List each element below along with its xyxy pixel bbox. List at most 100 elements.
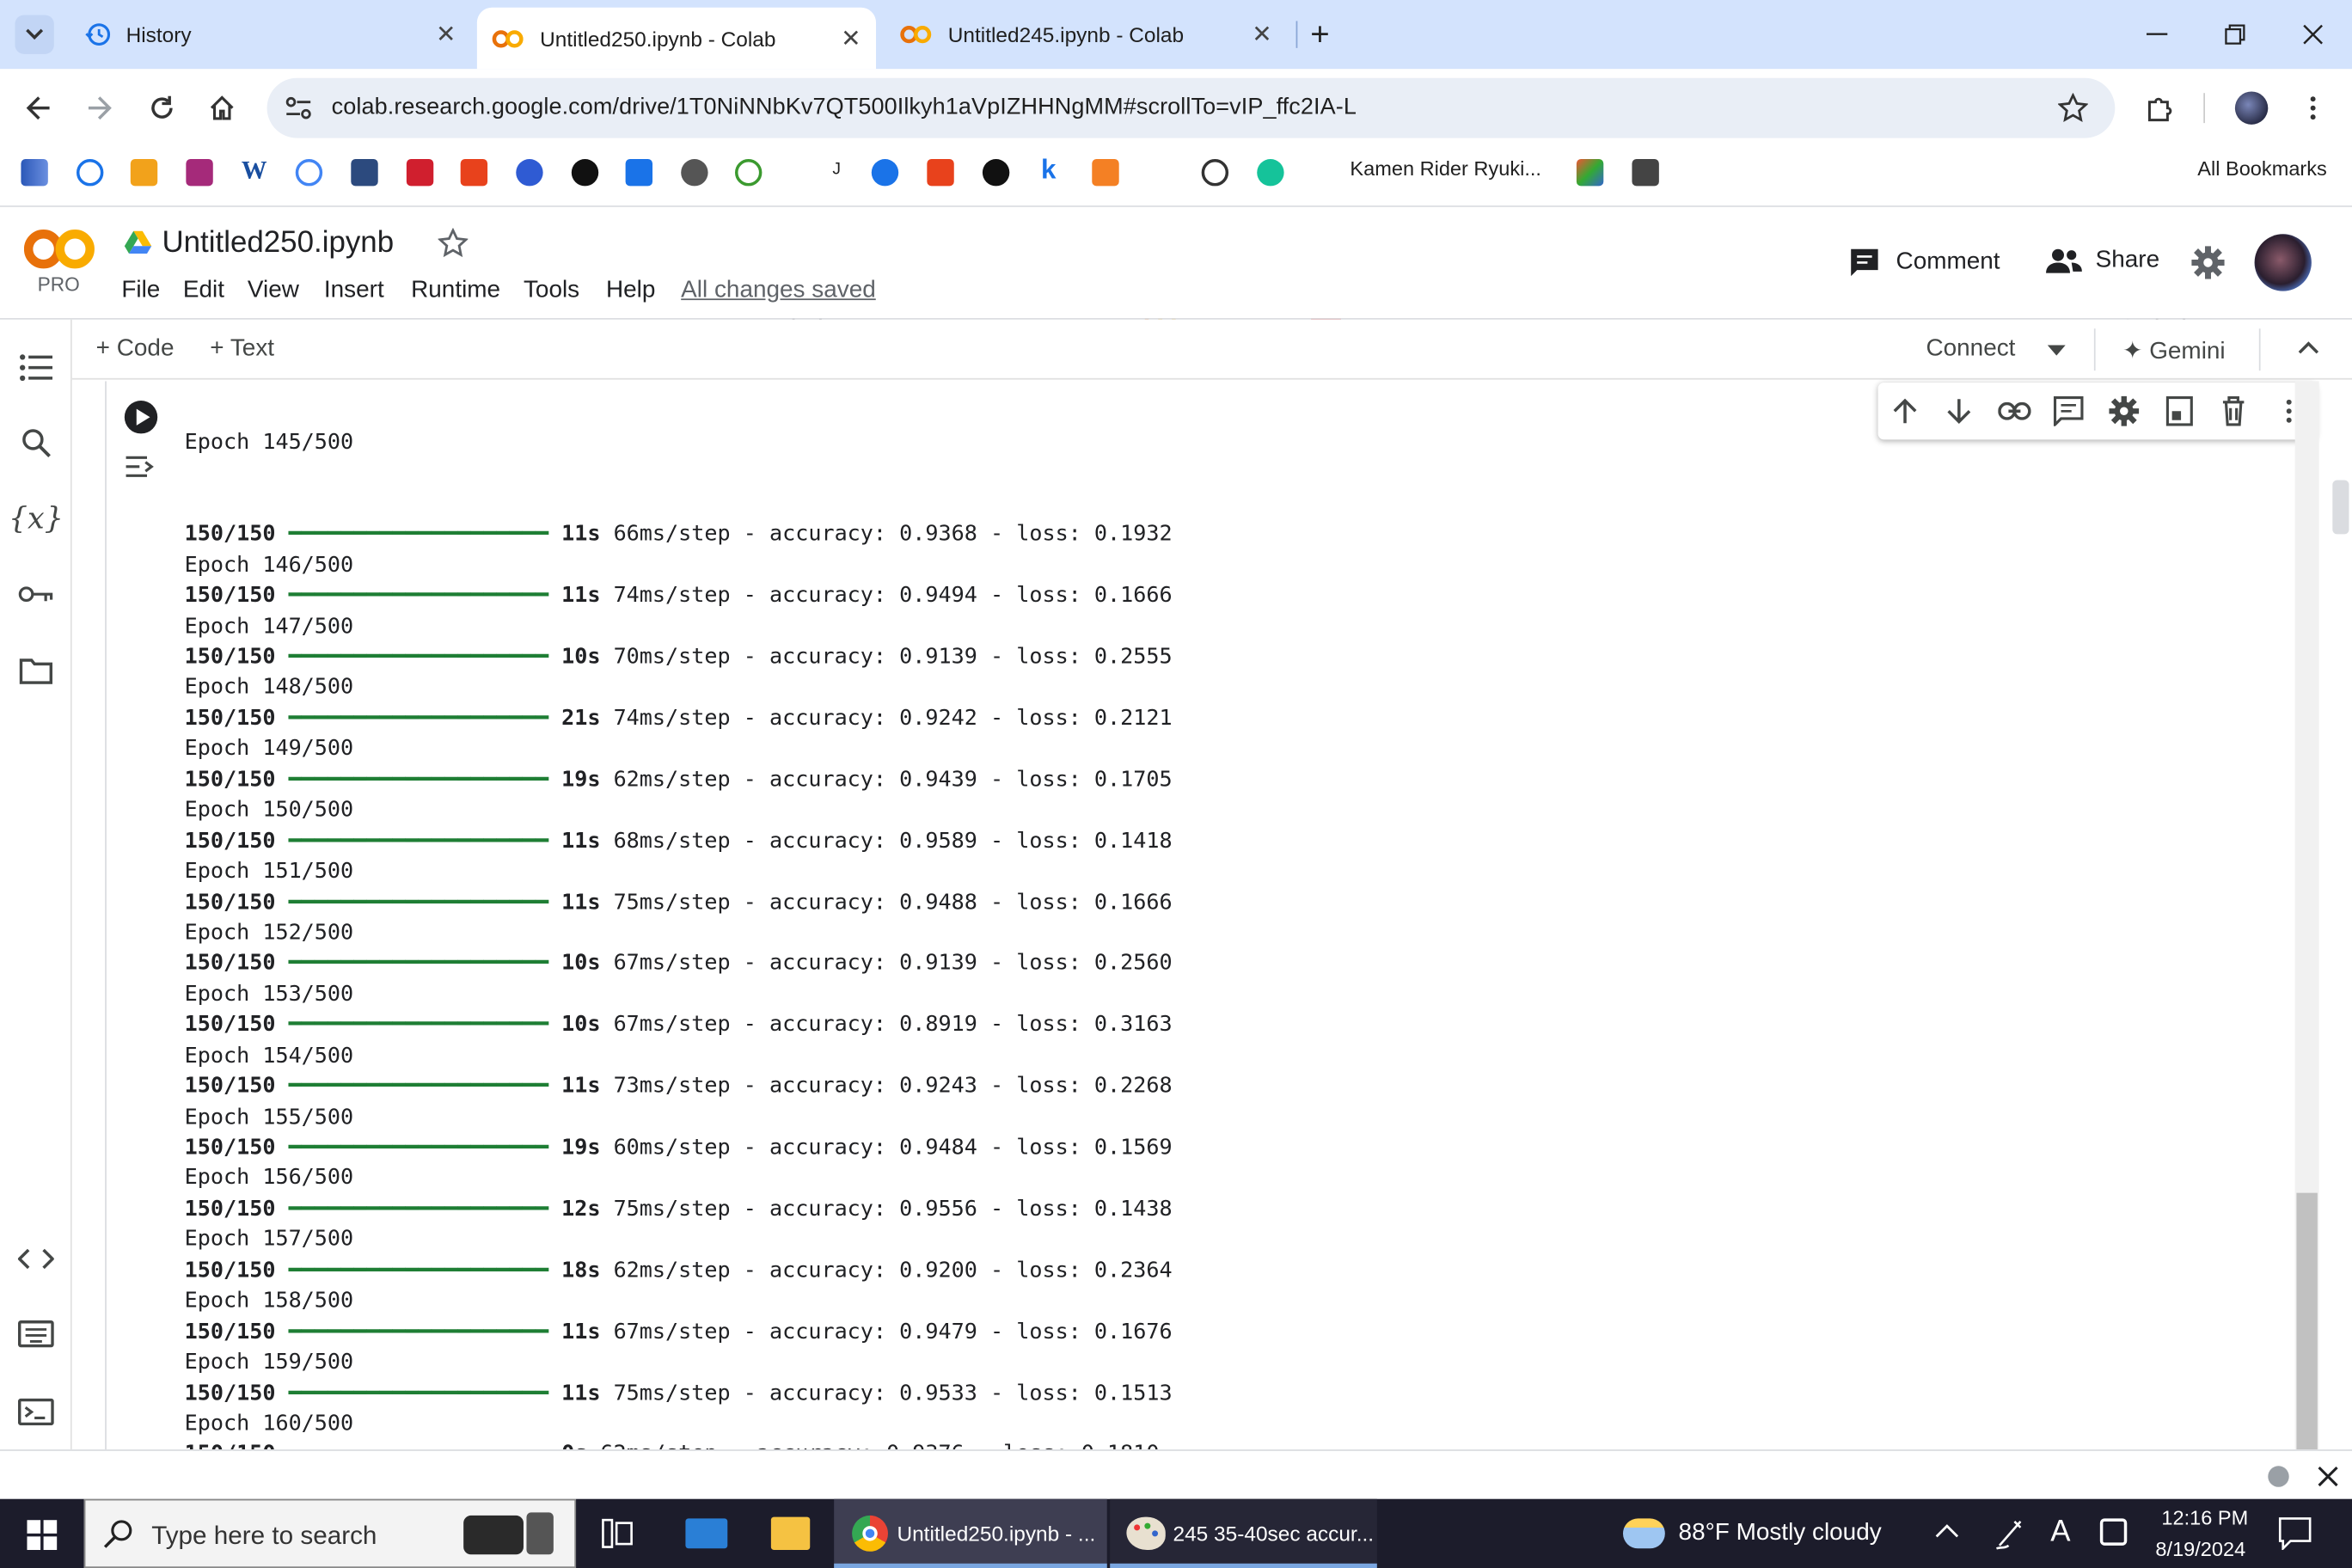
bookmark-icon[interactable]: k [1041,155,1056,187]
bookmark-icon[interactable] [1632,159,1659,187]
cell-settings-button[interactable] [2108,395,2141,427]
menu-edit[interactable]: Edit [183,278,224,304]
table-of-contents-button[interactable] [18,350,54,386]
output-scrollbar-thumb[interactable] [2296,1192,2318,1450]
bookmark-icon[interactable] [351,159,378,187]
github-icon[interactable] [571,159,599,187]
globe-icon[interactable] [681,159,708,187]
file-explorer-icon[interactable] [770,1516,811,1551]
clock-date[interactable]: 8/19/2024 [2155,1538,2245,1560]
bookmark-icon[interactable] [1576,159,1604,187]
code-snippets-button[interactable] [17,1240,54,1277]
bookmark-icon[interactable] [76,159,104,187]
bookmark-folder-label[interactable]: J [832,161,841,179]
chrome-menu-button[interactable] [2295,90,2331,126]
bookmark-icon[interactable] [186,159,213,187]
tab-search-button[interactable] [15,15,54,54]
taskbar-search-box[interactable]: Type here to search [83,1498,577,1568]
site-info-icon[interactable] [285,96,312,120]
run-cell-play-icon[interactable] [123,399,159,435]
save-status[interactable]: All changes saved [681,278,876,304]
close-window-button[interactable] [2292,15,2334,53]
secrets-button[interactable] [18,576,54,612]
app-tray-icon[interactable] [2099,1518,2128,1546]
command-palette-button[interactable] [17,1316,54,1352]
bookmark-icon[interactable]: W [242,156,267,187]
home-button[interactable] [204,90,240,126]
tab-history[interactable]: History ✕ [69,9,471,59]
all-bookmarks-label[interactable]: All Bookmarks [2197,157,2327,180]
close-icon[interactable] [2318,1466,2338,1487]
bookmark-icon[interactable] [927,159,954,187]
settings-gear-icon[interactable] [2191,246,2225,279]
google-drive-icon[interactable] [123,230,153,256]
extensions-button[interactable] [2142,90,2178,126]
grammarly-icon[interactable] [1257,159,1284,187]
bookmark-icon[interactable] [1092,159,1119,187]
files-button[interactable] [18,652,54,689]
bookmark-icon[interactable] [406,159,434,187]
terminal-button[interactable] [17,1394,54,1430]
clock-time[interactable]: 12:16 PM [2161,1506,2248,1528]
bookmark-icon[interactable] [21,159,48,187]
bookmark-icon[interactable] [295,159,323,187]
chevron-up-icon[interactable] [1935,1523,1959,1538]
minimize-button[interactable] [2136,15,2178,53]
notebook-title[interactable]: Untitled250.ipynb [162,227,394,261]
address-bar[interactable]: colab.research.google.com/drive/1T0NiNNb… [266,77,2116,138]
close-tab-icon[interactable]: ✕ [436,20,456,50]
copy-link-button[interactable] [1998,395,2031,427]
bookmark-icon[interactable] [516,159,543,187]
menu-help[interactable]: Help [606,278,655,304]
page-scrollbar-thumb[interactable] [2332,480,2349,535]
pen-icon[interactable] [1995,1517,2025,1550]
weather-text[interactable]: 88°F Mostly cloudy [1679,1520,1882,1547]
search-button[interactable] [18,425,54,461]
profile-avatar[interactable] [2234,91,2269,125]
variables-icon[interactable]: {x} [9,499,64,536]
weather-cloud-icon[interactable] [1622,1518,1665,1549]
bookmark-icon[interactable] [130,159,158,187]
bookmark-icon[interactable] [735,159,763,187]
add-text-button[interactable]: + Text [210,336,274,363]
notification-icon[interactable] [2278,1517,2312,1551]
dropdown-arrow-icon[interactable] [2047,345,2066,356]
bookmark-youtube-label[interactable]: Kamen Rider Ryuki... [1350,157,1541,180]
close-tab-icon[interactable]: ✕ [1252,20,1271,50]
page-scrollbar[interactable] [2328,381,2352,1450]
bookmark-icon[interactable] [460,159,488,187]
menu-runtime[interactable]: Runtime [411,278,500,304]
menu-view[interactable]: View [248,278,299,304]
restore-button[interactable] [2214,15,2256,53]
close-tab-icon[interactable]: ✕ [841,23,861,53]
bookmark-icon[interactable] [625,159,653,187]
comment-button[interactable]: Comment [1849,248,2000,278]
gemini-button[interactable]: ✦ Gemini [2122,336,2226,366]
task-view-icon[interactable] [602,1518,634,1548]
new-tab-button[interactable]: + [1299,15,1341,53]
share-button[interactable]: Share [2046,248,2159,274]
account-avatar[interactable] [2254,234,2312,291]
bookmark-star-icon[interactable] [2058,93,2088,123]
reload-button[interactable] [144,90,181,126]
tab-untitled250[interactable]: Untitled250.ipynb - Colab ✕ [476,7,877,70]
mail-icon[interactable] [685,1518,728,1549]
menu-insert[interactable]: Insert [324,278,384,304]
connect-button[interactable]: Connect [1926,336,2015,363]
back-button[interactable] [21,90,57,126]
move-cell-down-button[interactable] [1943,395,1975,427]
url-text[interactable]: colab.research.google.com/drive/1T0NiNNb… [332,95,1357,121]
windows-start-icon[interactable] [27,1520,58,1551]
delete-cell-button[interactable] [2217,395,2250,427]
menu-tools[interactable]: Tools [524,278,579,304]
colab-logo[interactable] [23,227,96,272]
github-icon[interactable] [982,159,1010,187]
star-icon[interactable] [438,228,469,258]
ime-indicator[interactable]: A [2050,1516,2070,1550]
tab-untitled245[interactable]: Untitled245.ipynb - Colab ✕ [885,9,1287,59]
forward-button[interactable] [81,90,117,126]
bookmark-icon[interactable] [871,159,899,187]
menu-file[interactable]: File [121,278,160,304]
openai-icon[interactable] [1201,159,1229,187]
collapse-chevron-up-icon[interactable] [2298,340,2319,354]
